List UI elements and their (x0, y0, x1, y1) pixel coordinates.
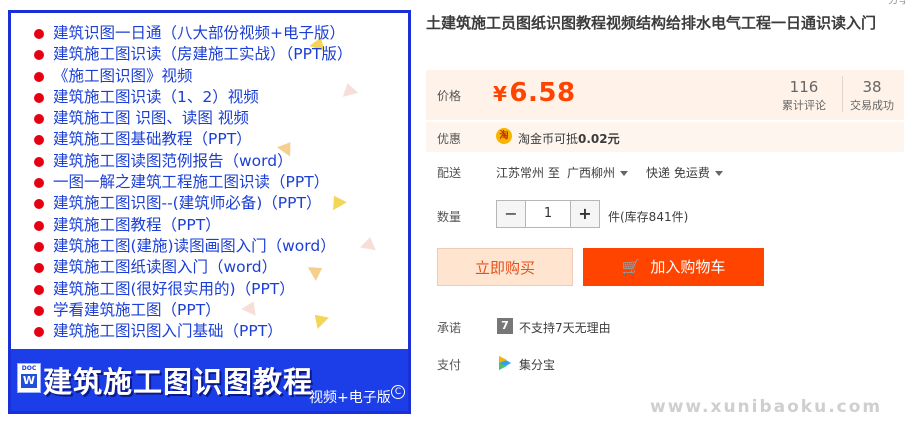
bullet-dot (34, 241, 44, 252)
qty-input[interactable]: 1 (526, 200, 570, 228)
bullet-dot (34, 327, 44, 338)
buy-now-button[interactable]: 立即购买 (437, 248, 573, 286)
bullet-dot (34, 156, 44, 167)
no-7day-return-icon: 7 (497, 318, 513, 334)
product-title: 土建筑施工员图纸识图教程视频结构给排水电气工程一日通识读入门 (426, 14, 877, 32)
ship-to-select[interactable]: 广西柳州 (567, 164, 629, 181)
list-item: 建筑施工图识图--(建筑师必备)（PPT） (29, 193, 352, 214)
chevron-down-icon (714, 171, 723, 176)
quantity-label: 数量 (437, 210, 462, 224)
doc-tag-text: DOC (21, 365, 37, 372)
bullet-dot (34, 50, 44, 61)
decor-triangle (360, 235, 378, 251)
stock-text: 件(库存841件) (608, 210, 689, 224)
doc-letter: W (21, 374, 37, 388)
stat-divider (842, 76, 843, 112)
list-item: 一图一解之建筑工程施工图识读（PPT） (29, 172, 352, 193)
bullet-dot (34, 220, 44, 231)
qty-plus-button[interactable]: + (570, 200, 600, 228)
share-link[interactable]: 分享 (888, 0, 905, 7)
reviews-label: 累计评论 (782, 99, 826, 112)
banner-title: 建筑施工图识图教程 (43, 365, 314, 399)
chevron-down-icon (620, 171, 629, 176)
product-main-image[interactable]: 建筑识图一日通（八大部份视频+电子版） 建筑施工图识读（房建施工实战）（PPT版… (8, 10, 411, 414)
add-to-cart-button[interactable]: 🛒 加入购物车 (583, 248, 764, 286)
price-panel: 价格 ¥6.58 116 累计评论 38 交易成功 (426, 70, 904, 120)
shipping-label: 配送 (437, 166, 462, 180)
list-item: 建筑施工图基础教程（PPT） (29, 129, 352, 150)
bullet-dot (34, 29, 44, 39)
taojinbi-coin-icon: 淘 (496, 128, 512, 144)
cart-icon: 🛒 (621, 258, 641, 276)
list-item: 建筑施工图识图入门基础（PPT） (29, 321, 352, 342)
list-item: 建筑施工图识读（房建施工实战）（PPT版） (29, 44, 352, 65)
price-value: ¥6.58 (493, 78, 576, 108)
list-item: 建筑施工图教程（PPT） (29, 215, 352, 236)
site-watermark: www.xunibaoku.com (650, 397, 883, 417)
bullet-dot (34, 135, 44, 146)
bullet-dot (34, 71, 44, 82)
promo-row: 优惠 淘 淘金币可抵0.02元 (426, 122, 904, 152)
banner-subtitle: 视频+电子版 (309, 390, 391, 406)
reviews-count: 116 (789, 78, 819, 96)
promise-label: 承诺 (437, 321, 462, 335)
list-item: 建筑施工图(建施)读图画图入门（word） (29, 236, 352, 257)
price-label: 价格 (437, 89, 462, 103)
word-doc-icon: DOC W (17, 363, 41, 393)
reviews-stat[interactable]: 116 累计评论 (776, 78, 832, 114)
bullet-dot (34, 263, 44, 274)
payment-label: 支付 (437, 358, 462, 372)
list-item: 建筑施工图识读（1、2）视频 (29, 87, 352, 108)
add-cart-label: 加入购物车 (650, 258, 726, 276)
promo-text: 淘金币可抵0.02元 (518, 132, 620, 146)
bullet-dot (34, 114, 44, 125)
promo-label: 优惠 (437, 132, 462, 146)
tutorial-list: 建筑识图一日通（八大部份视频+电子版） 建筑施工图识读（房建施工实战）（PPT版… (29, 23, 352, 342)
qty-minus-button[interactable]: − (496, 200, 526, 228)
ship-from: 江苏常州 至 (496, 166, 560, 180)
bullet-dot (34, 284, 44, 295)
list-item: 建筑施工图(很好很实用的)（PPT） (29, 279, 352, 300)
list-item: 建筑施工图 识图、读图 视频 (29, 108, 352, 129)
list-item: 建筑施工图读图范例报告（word） (29, 151, 352, 172)
list-item: 学看建筑施工图（PPT） (29, 300, 352, 321)
promise-text: 不支持7天无理由 (519, 321, 611, 335)
list-item: 建筑识图一日通（八大部份视频+电子版） (29, 23, 352, 44)
bullet-dot (34, 178, 44, 189)
bullet-dot (34, 199, 44, 210)
list-item: 《施工图识图》视频 (29, 66, 352, 87)
price-amount: 6.58 (509, 78, 576, 108)
circle-mark: C (391, 385, 405, 399)
bullet-dot (34, 305, 44, 316)
payment-text: 集分宝 (519, 358, 556, 372)
list-item: 建筑施工图纸读图入门（word） (29, 257, 352, 278)
currency-symbol: ¥ (493, 82, 508, 106)
ship-method-select[interactable]: 快递 免运费 (646, 164, 723, 181)
bullet-dot (34, 92, 44, 103)
quantity-stepper: − 1 + (496, 200, 600, 228)
sales-stat: 38 交易成功 (844, 78, 900, 114)
image-banner: DOC W 建筑施工图识图教程 视频+电子版 C (11, 349, 408, 411)
sales-count: 38 (862, 78, 882, 96)
jifenbao-icon (497, 355, 513, 371)
sales-label: 交易成功 (850, 99, 894, 112)
